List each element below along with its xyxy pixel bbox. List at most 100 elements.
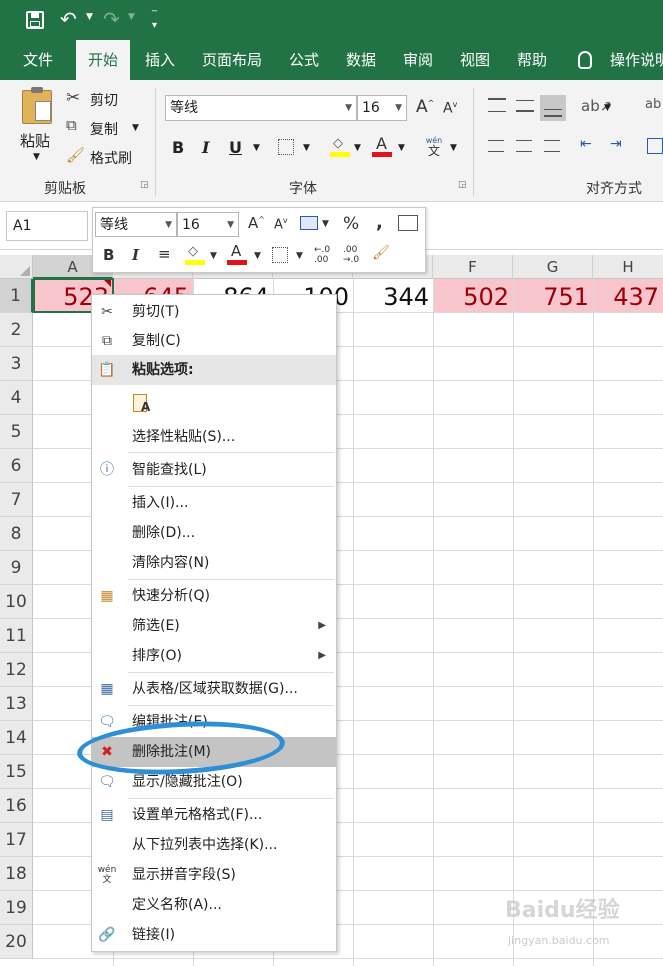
mini-number-format-icon[interactable] (300, 216, 318, 230)
tab-page-layout[interactable]: 页面布局 (194, 40, 270, 80)
menu-item-format-cells[interactable]: ▤ 设置单元格格式(F)... (92, 800, 336, 830)
mini-format-painter-icon[interactable]: 🖌 (372, 245, 390, 261)
mini-number-format-dropdown-icon[interactable]: ▼ (322, 219, 329, 229)
tell-me-search[interactable]: 操作说明 (610, 40, 663, 80)
column-header-g[interactable]: G (513, 255, 593, 279)
tab-formulas[interactable]: 公式 (280, 40, 328, 80)
clipboard-launcher-icon[interactable]: ◲ (140, 180, 149, 190)
save-icon[interactable] (26, 11, 44, 29)
column-header-h[interactable]: H (593, 255, 663, 279)
menu-item-show-phonetic[interactable]: wén 文 显示拼音字段(S) (92, 860, 336, 890)
fill-color-dropdown-icon[interactable]: ▼ (354, 143, 361, 153)
italic-button[interactable]: I (202, 138, 209, 157)
paste-button[interactable]: 粘贴 (20, 130, 50, 151)
mini-border-dropdown-icon[interactable]: ▼ (296, 251, 303, 261)
cell-e1[interactable]: 344 (354, 279, 433, 312)
mini-bold-button[interactable]: B (103, 246, 114, 264)
mini-align-center-icon[interactable]: ≡ (158, 245, 171, 263)
cell-f1[interactable]: 502 (434, 279, 513, 312)
mini-font-name-combo[interactable]: 等线 ▼ (95, 212, 177, 237)
row-header-17[interactable]: 17 (0, 823, 33, 857)
cell-g1[interactable]: 751 (514, 279, 593, 312)
merge-center-icon[interactable] (647, 138, 663, 154)
align-center-icon[interactable] (516, 140, 532, 152)
menu-item-get-data[interactable]: ▦ 从表格/区域获取数据(G)... (92, 674, 336, 704)
row-header-13[interactable]: 13 (0, 687, 33, 721)
underline-dropdown-icon[interactable]: ▼ (253, 143, 260, 153)
mini-font-size-combo[interactable]: 16 ▼ (177, 212, 239, 237)
mini-decrease-decimal-icon[interactable]: .00 →.0 (343, 245, 359, 265)
tab-help[interactable]: 帮助 (508, 40, 556, 80)
paste-option-icon[interactable]: A (131, 392, 153, 416)
mini-percent-button[interactable]: % (343, 214, 359, 234)
row-header-19[interactable]: 19 (0, 891, 33, 925)
mini-italic-button[interactable]: I (132, 246, 139, 264)
menu-item-smart-lookup[interactable]: ⓘ 智能查找(L) (92, 455, 336, 485)
menu-item-clear-contents[interactable]: 清除内容(N) (92, 548, 336, 578)
decrease-indent-icon[interactable]: ⇤ (580, 136, 592, 152)
font-color-icon[interactable]: A (372, 134, 392, 158)
row-header-10[interactable]: 10 (0, 585, 33, 619)
bold-button[interactable]: B (172, 138, 184, 157)
menu-item-cut[interactable]: ✂ 剪切(T) (92, 297, 336, 327)
menu-item-filter[interactable]: 筛选(E) ▶ (92, 611, 336, 641)
row-header-14[interactable]: 14 (0, 721, 33, 755)
row-header-15[interactable]: 15 (0, 755, 33, 789)
font-name-combo[interactable]: 等线 ▼ (165, 95, 357, 121)
border-icon[interactable] (278, 139, 294, 155)
menu-item-pick-from-list[interactable]: 从下拉列表中选择(K)... (92, 830, 336, 860)
row-header-12[interactable]: 12 (0, 653, 33, 687)
font-color-dropdown-icon[interactable]: ▼ (398, 143, 405, 153)
select-all-corner[interactable] (0, 255, 33, 279)
menu-item-link[interactable]: 🔗 链接(I) (92, 920, 336, 950)
mini-fill-color-dropdown-icon[interactable]: ▼ (210, 251, 217, 261)
tab-insert[interactable]: 插入 (136, 40, 184, 80)
phonetic-icon[interactable]: wén 文 (424, 136, 444, 158)
border-dropdown-icon[interactable]: ▼ (303, 143, 310, 153)
mini-increase-font-icon[interactable]: A^ (248, 214, 265, 232)
copy-button[interactable]: 复制 (90, 119, 118, 139)
tab-review[interactable]: 审阅 (394, 40, 442, 80)
cut-button[interactable]: 剪切 (90, 90, 118, 110)
row-header-9[interactable]: 9 (0, 551, 33, 585)
phonetic-dropdown-icon[interactable]: ▼ (450, 143, 457, 153)
mini-border-icon[interactable] (272, 247, 288, 263)
row-header-11[interactable]: 11 (0, 619, 33, 653)
undo-icon[interactable]: ↶ (60, 8, 77, 30)
menu-item-sort[interactable]: 排序(O) ▶ (92, 641, 336, 671)
tab-home[interactable]: 开始 (76, 40, 130, 80)
column-header-f[interactable]: F (433, 255, 513, 279)
copy-dropdown-icon[interactable]: ▼ (132, 123, 139, 133)
row-header-2[interactable]: 2 (0, 313, 33, 347)
underline-button[interactable]: U (229, 138, 242, 157)
paste-icon[interactable] (22, 87, 52, 124)
format-painter-button[interactable]: 格式刷 (90, 148, 132, 168)
menu-item-define-name[interactable]: 定义名称(A)... (92, 890, 336, 920)
mini-font-color-dropdown-icon[interactable]: ▼ (254, 251, 261, 261)
tab-view[interactable]: 视图 (451, 40, 499, 80)
row-header-5[interactable]: 5 (0, 415, 33, 449)
row-header-4[interactable]: 4 (0, 381, 33, 415)
row-header-16[interactable]: 16 (0, 789, 33, 823)
menu-item-quick-analysis[interactable]: ▦ 快速分析(Q) (92, 581, 336, 611)
wrap-text-icon[interactable]: ab (645, 97, 661, 112)
cell-h1[interactable]: 437 (594, 279, 663, 312)
orientation-dropdown-icon[interactable]: ▼ (604, 103, 611, 113)
name-box[interactable]: A1 (6, 211, 88, 241)
menu-item-copy[interactable]: ⧉ 复制(C) (92, 326, 336, 356)
align-top-icon[interactable] (488, 98, 506, 112)
font-launcher-icon[interactable]: ◲ (458, 180, 467, 190)
mini-fill-color-icon[interactable]: ◇ (185, 244, 205, 266)
mini-increase-decimal-icon[interactable]: ←.0.00 (314, 245, 330, 265)
row-header-18[interactable]: 18 (0, 857, 33, 891)
align-middle-icon[interactable] (516, 100, 534, 112)
mini-decrease-font-icon[interactable]: Av (274, 216, 288, 232)
customize-icon[interactable]: ‾ ▾ (152, 11, 157, 31)
tab-data[interactable]: 数据 (337, 40, 385, 80)
increase-font-icon[interactable]: A^ (416, 97, 434, 117)
align-bottom-icon[interactable] (540, 95, 566, 121)
menu-item-paste-special[interactable]: 选择性粘贴(S)... (92, 422, 336, 452)
row-header-1[interactable]: 1 (0, 279, 33, 313)
fill-color-icon[interactable]: ◇ (330, 135, 350, 157)
row-header-7[interactable]: 7 (0, 483, 33, 517)
